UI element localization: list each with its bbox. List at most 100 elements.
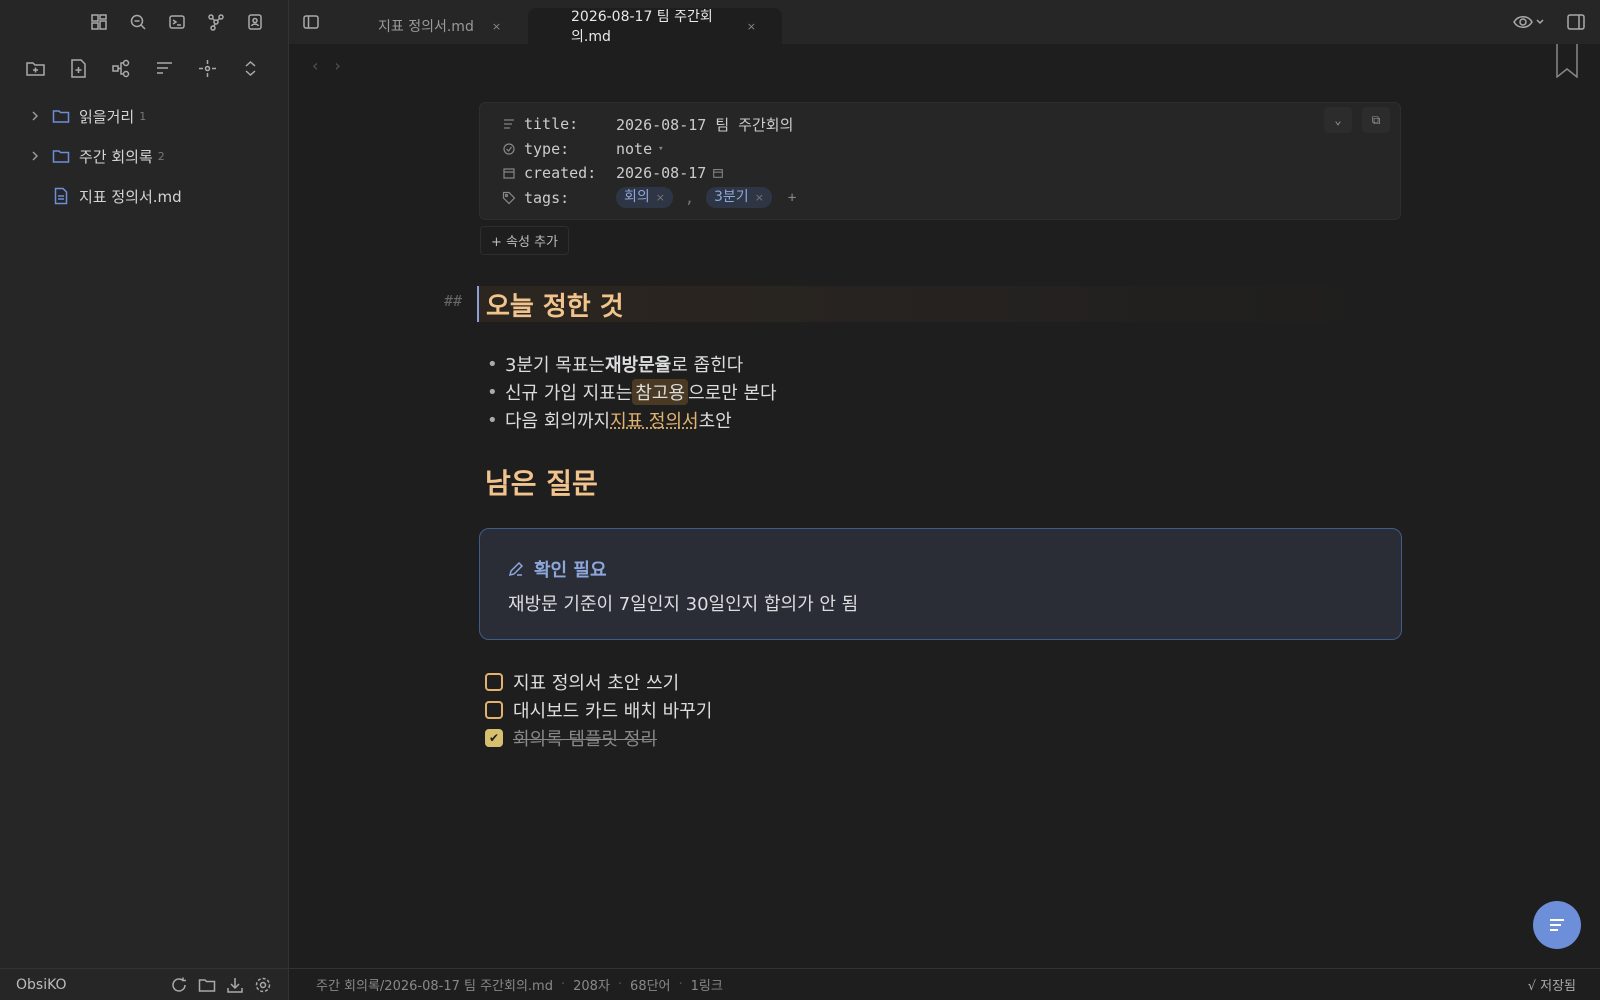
task-checkbox[interactable]: [485, 701, 503, 719]
tab-metrics-doc[interactable]: 지표 정의서.md ×: [378, 8, 501, 44]
close-icon[interactable]: ×: [656, 187, 665, 208]
list-item[interactable]: • 신규 가입 지표는 참고용 으로만 본다: [487, 378, 777, 406]
tree-file-label: 지표 정의서.md: [79, 187, 182, 206]
sidebar-toggle-icon[interactable]: [302, 13, 320, 31]
reading-view-icon[interactable]: [1512, 12, 1546, 32]
add-property-button[interactable]: + 속성 추가: [480, 226, 569, 255]
dashboard-icon[interactable]: [90, 13, 108, 31]
status-separator: ·: [560, 977, 566, 992]
task-checkbox[interactable]: [485, 673, 503, 691]
tree-folder-meetings[interactable]: 주간 회의록 2: [0, 136, 288, 176]
status-links: 1링크: [690, 979, 723, 994]
tag-label: 3분기: [714, 189, 749, 206]
tree-folder-label: 읽을거리: [79, 107, 135, 126]
task-text[interactable]: 회의록 템플릿 정리: [513, 725, 657, 751]
new-note-icon[interactable]: [68, 58, 89, 79]
circle-check-icon: [502, 142, 516, 156]
search-icon[interactable]: [129, 13, 147, 31]
tab-label: 2026-08-17 팀 주간회의.md: [571, 9, 713, 45]
new-folder-icon[interactable]: [25, 58, 46, 79]
bullet-dot: •: [487, 409, 498, 431]
collapse-properties-icon[interactable]: ⌄: [1324, 107, 1352, 133]
property-date[interactable]: 2026-08-17: [616, 164, 724, 182]
chevron-right-icon[interactable]: [28, 149, 42, 163]
task-item: 지표 정의서 초안 쓰기: [485, 668, 712, 696]
property-type-select[interactable]: note ▾: [616, 140, 664, 158]
close-icon[interactable]: ×: [747, 20, 756, 33]
highlight-text: 참고용: [632, 379, 689, 405]
callout-title: 확인 필요: [508, 556, 1373, 582]
text: 로 좁힌다: [671, 355, 744, 376]
property-created: created: 2026-08-17: [480, 161, 1400, 186]
add-tag-icon[interactable]: +: [788, 190, 796, 206]
tree-folder-label: 주간 회의록: [79, 147, 153, 166]
list-item[interactable]: • 3분기 목표는 재방문율 로 좁힌다: [487, 350, 777, 378]
text: 초안: [698, 411, 732, 432]
outline-icon: [1547, 915, 1567, 935]
pencil-icon: [508, 561, 524, 577]
callout-box[interactable]: 확인 필요 재방문 기준이 7일인지 30일인지 합의가 안 됨: [479, 528, 1402, 640]
settings-gear-icon[interactable]: [254, 976, 272, 994]
download-icon[interactable]: [226, 976, 244, 994]
sidebar-ribbon: [0, 0, 288, 44]
list-item[interactable]: • 다음 회의까지 지표 정의서 초안: [487, 406, 777, 434]
copy-icon[interactable]: ⧉: [1362, 107, 1390, 133]
heading-open-questions[interactable]: 남은 질문: [485, 462, 598, 502]
internal-link[interactable]: 지표 정의서: [610, 407, 699, 433]
callout-title-text: 확인 필요: [534, 560, 607, 581]
property-key: created:: [524, 164, 597, 183]
back-icon[interactable]: ‹: [312, 56, 318, 75]
right-sidebar-toggle-icon[interactable]: [1566, 12, 1586, 32]
vault-name[interactable]: ObsiKO: [16, 977, 170, 993]
reveal-file-icon[interactable]: [197, 58, 218, 79]
bookmark-icon[interactable]: [1556, 44, 1578, 79]
forward-icon[interactable]: ›: [334, 56, 340, 75]
heading-marker: ##: [444, 292, 463, 310]
heading-row[interactable]: 오늘 정한 것: [477, 286, 1401, 322]
tree-file-metrics[interactable]: 지표 정의서.md: [0, 176, 288, 216]
status-chars: 208자: [573, 979, 610, 994]
close-icon[interactable]: ×: [492, 20, 501, 33]
property-value[interactable]: 2026-08-17 팀 주간회의: [616, 114, 793, 135]
workflow-icon[interactable]: [111, 58, 132, 79]
terminal-icon[interactable]: [168, 13, 186, 31]
status-path[interactable]: 주간 회의록/2026-08-17 팀 주간회의.md: [316, 975, 553, 994]
bullet-dot: •: [487, 381, 498, 403]
task-checkbox[interactable]: ✔: [485, 729, 503, 747]
contact-icon[interactable]: [246, 13, 264, 31]
property-value: 2026-08-17: [616, 164, 707, 183]
tab-weekly-meeting[interactable]: 2026-08-17 팀 주간회의.md ×: [528, 8, 782, 45]
text: 3분기 목표는: [505, 355, 605, 376]
tag-label: 회의: [624, 189, 650, 206]
property-type: type: note ▾: [480, 137, 1400, 162]
tag-pill[interactable]: 3분기 ×: [706, 187, 772, 209]
property-key: tags:: [524, 188, 570, 207]
bold-text: 재방문율: [604, 355, 672, 376]
text: 으로만 본다: [688, 383, 777, 404]
status-separator: ·: [678, 977, 683, 992]
properties-panel: ⌄ ⧉ title: 2026-08-17 팀 주간회의 type: note ▾…: [479, 102, 1401, 220]
bullet-dot: •: [487, 353, 498, 375]
tree-folder-reading[interactable]: 읽을거리 1: [0, 96, 288, 136]
task-text[interactable]: 대시보드 카드 배치 바꾸기: [513, 697, 712, 723]
text-lines-icon: [502, 117, 516, 131]
tag-pill[interactable]: 회의 ×: [616, 187, 673, 209]
close-icon[interactable]: ×: [755, 187, 764, 208]
calendar-icon: [502, 166, 516, 180]
collapse-all-icon[interactable]: [240, 58, 261, 79]
task-text[interactable]: 지표 정의서 초안 쓰기: [513, 669, 679, 695]
vault-bar: ObsiKO: [0, 968, 288, 1000]
outline-fab-button[interactable]: [1533, 901, 1581, 949]
tree-folder-count: 1: [139, 109, 147, 123]
heading-decided: 오늘 정한 것: [486, 291, 624, 322]
folder-open-icon[interactable]: [198, 976, 216, 994]
dropdown-caret-icon: ▾: [658, 143, 664, 154]
sidebar: 읽을거리 1 주간 회의록 2 지표 정의서.md ObsiKO: [0, 0, 289, 1000]
date-picker-icon[interactable]: [712, 167, 724, 179]
graph-icon[interactable]: [207, 13, 225, 31]
file-tree: 읽을거리 1 주간 회의록 2 지표 정의서.md: [0, 96, 288, 216]
chevron-right-icon[interactable]: [28, 109, 42, 123]
sort-icon[interactable]: [154, 58, 175, 79]
bullet-list: • 3분기 목표는 재방문율 로 좁힌다 • 신규 가입 지표는 참고용 으로만 본다 …: [487, 350, 777, 434]
sync-icon[interactable]: [170, 976, 188, 994]
